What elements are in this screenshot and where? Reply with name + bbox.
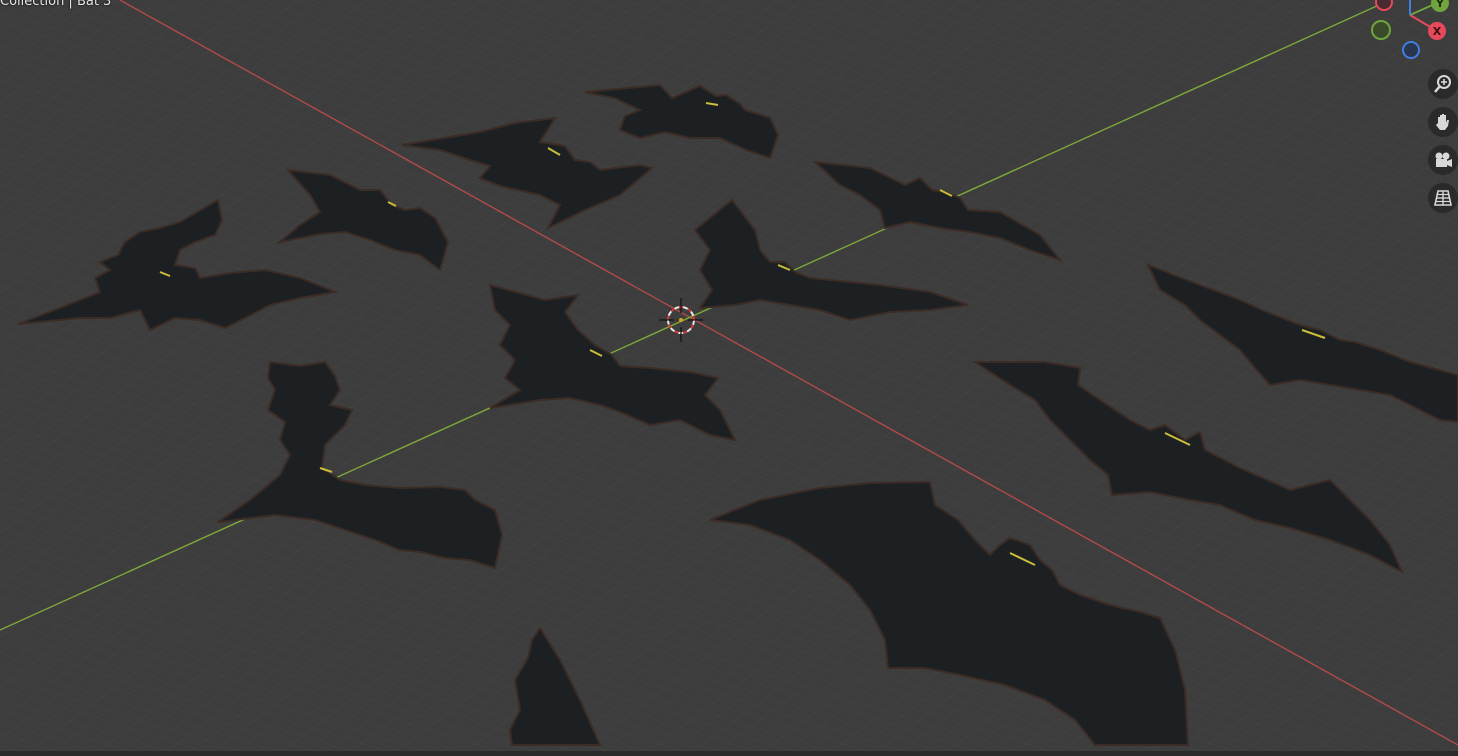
grid-icon [1434, 190, 1452, 206]
camera-icon [1435, 152, 1452, 167]
hand-icon [1436, 114, 1449, 130]
gizmo-x-label: X [1433, 25, 1442, 38]
gizmo-y-negative[interactable] [1371, 20, 1391, 40]
3d-viewport[interactable]: X Y Collection | Bat 3 [0, 0, 1458, 756]
gizmo-x-negative[interactable] [1375, 0, 1393, 11]
viewport-bottom-edge [0, 751, 1458, 756]
viewport-scene[interactable]: X Y [0, 0, 1458, 756]
zoom-button[interactable] [1428, 69, 1458, 99]
camera-view-button[interactable] [1428, 145, 1458, 175]
gizmo-z-negative[interactable] [1402, 41, 1420, 59]
zoom-icon [1434, 75, 1451, 93]
gizmo-y-label: Y [1435, 0, 1445, 10]
viewport-collection-label: Collection | Bat 3 [0, 0, 112, 9]
ortho-toggle-button[interactable] [1428, 183, 1458, 213]
pan-button[interactable] [1428, 107, 1458, 137]
